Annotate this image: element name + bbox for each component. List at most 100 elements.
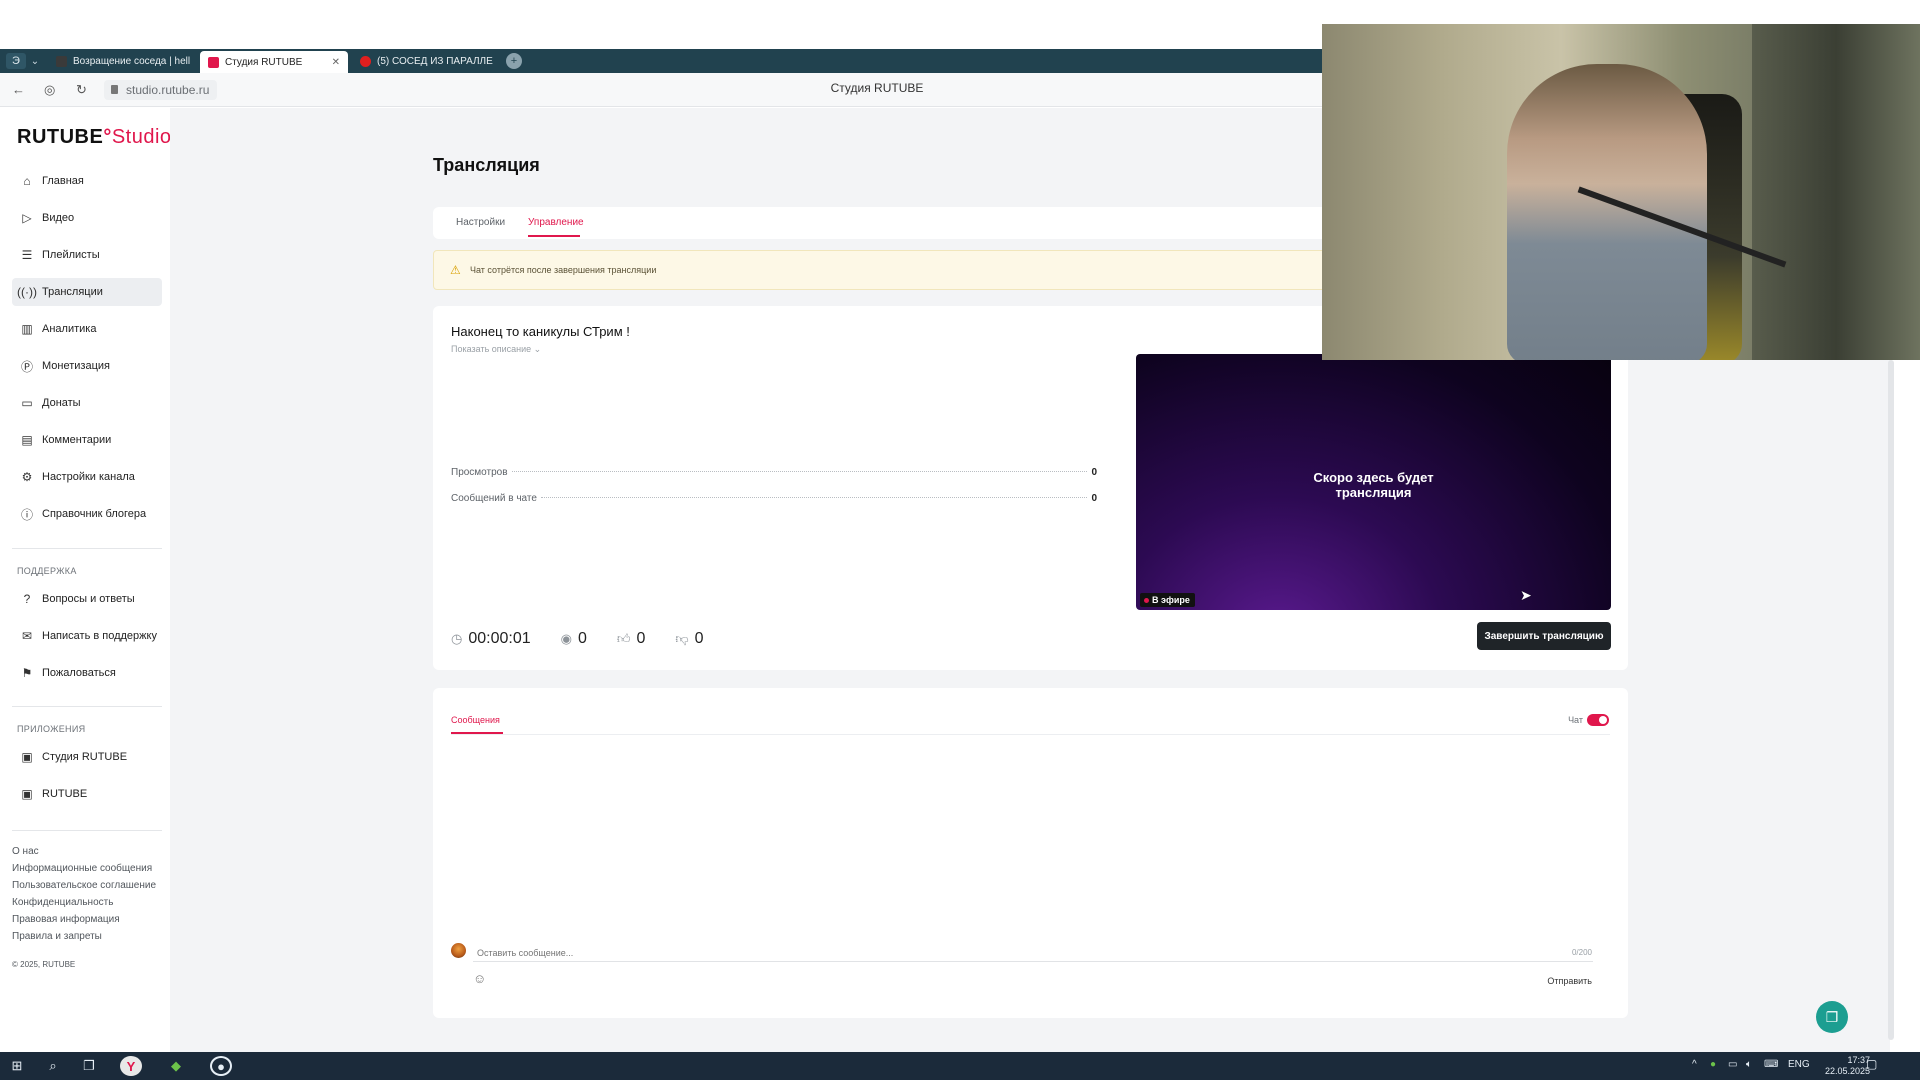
network-icon[interactable]: ▭ bbox=[1728, 1059, 1737, 1070]
dislikes-value: 0 bbox=[694, 630, 704, 647]
chat-divider bbox=[451, 734, 1610, 735]
windows-start-icon[interactable]: ⊞ bbox=[6, 1056, 28, 1076]
tab-favicon-icon bbox=[208, 56, 219, 68]
warning-icon: ⚠ bbox=[450, 263, 461, 277]
metric-likes: 👍︎ 0 bbox=[617, 630, 646, 648]
page-scrollbar[interactable] bbox=[1888, 360, 1894, 1040]
sidebar-item-write-support[interactable]: ✉ Написать в поддержку bbox=[12, 622, 162, 650]
notifications-icon[interactable]: ▢ bbox=[1866, 1057, 1877, 1071]
sidebar-item-label: Главная bbox=[42, 175, 84, 187]
playlist-icon: ☰ bbox=[21, 248, 33, 262]
search-icon[interactable]: ⌕ bbox=[42, 1056, 64, 1076]
language-indicator[interactable]: ENG bbox=[1788, 1059, 1810, 1070]
sidebar-item-comments[interactable]: ▤ Комментарии bbox=[12, 426, 162, 454]
tab-favicon-icon bbox=[360, 55, 371, 67]
system-clock[interactable]: 17:37 22.05.2025 bbox=[1825, 1055, 1870, 1077]
sidebar-item-home[interactable]: ⌂ Главная bbox=[12, 167, 162, 195]
stat-views: Просмотров 0 bbox=[451, 467, 1097, 481]
sidebar-item-label: Донаты bbox=[42, 397, 81, 409]
sidebar-item-report[interactable]: ⚑ Пожаловаться bbox=[12, 659, 162, 687]
keyboard-icon[interactable]: ⌨ bbox=[1764, 1059, 1778, 1070]
sidebar-item-blogger-guide[interactable]: ⓘ Справочник блогера bbox=[12, 500, 162, 528]
player-message-line2: трансляция bbox=[1335, 485, 1412, 500]
volume-icon[interactable]: 🔈︎ bbox=[1746, 1059, 1752, 1070]
new-tab-button[interactable]: + bbox=[506, 53, 522, 69]
end-stream-button[interactable]: Завершить трансляцию bbox=[1477, 622, 1611, 650]
browser-tab[interactable]: Возращение соседа | hell bbox=[48, 51, 196, 71]
tray-chevron-icon[interactable]: ^ bbox=[1692, 1059, 1697, 1070]
footer-link-legal[interactable]: Правовая информация bbox=[12, 914, 120, 925]
support-chat-button[interactable]: ❐ bbox=[1816, 1001, 1848, 1033]
chat-message-input[interactable] bbox=[473, 944, 1593, 962]
stat-chat-messages: Сообщений в чате 0 bbox=[451, 493, 1097, 507]
tab-favicon-icon bbox=[56, 55, 67, 67]
footer-link-rules[interactable]: Правила и запреты bbox=[12, 931, 102, 942]
browser-tab-active[interactable]: Студия RUTUBE ✕ bbox=[200, 51, 348, 73]
send-button[interactable]: Отправить bbox=[1547, 976, 1592, 986]
task-view-icon[interactable]: ❐ bbox=[78, 1056, 100, 1076]
webcam-person bbox=[1507, 64, 1707, 360]
footer-link-privacy[interactable]: Конфиденциальность bbox=[12, 897, 113, 908]
rutube-studio-logo[interactable]: RUTUBE°Studio bbox=[17, 126, 172, 149]
likes-value: 0 bbox=[636, 630, 646, 647]
sidebar-item-donates[interactable]: ▭ Донаты bbox=[12, 389, 162, 417]
monetization-icon: Ⓟ bbox=[20, 359, 33, 374]
tab-close-icon[interactable]: ✕ bbox=[332, 57, 340, 68]
show-description-link[interactable]: Показать описание ⌄ bbox=[451, 344, 541, 355]
sidebar-item-label: RUTUBE bbox=[42, 788, 88, 800]
windows-taskbar: ⊞ ⌕ ❐ Y ◆ ● ^ ● ▭ 🔈︎ ⌨ ENG 17:37 22.05.2… bbox=[0, 1052, 1920, 1080]
metric-viewers: ◉ 0 bbox=[561, 630, 587, 648]
stream-metrics: ◷ 00:00:01 ◉ 0 👍︎ 0 👎︎ 0 bbox=[451, 630, 725, 648]
rutube-app-icon: ▣ bbox=[21, 787, 33, 801]
chat-char-counter: 0/200 bbox=[1571, 948, 1592, 957]
obs-icon[interactable]: ● bbox=[210, 1056, 232, 1076]
sidebar-item-rutube-app[interactable]: ▣ RUTUBE bbox=[12, 780, 162, 808]
tray-app-icon[interactable]: ● bbox=[1710, 1059, 1716, 1070]
tab-label: Студия RUTUBE bbox=[225, 56, 303, 68]
metric-dislikes: 👎︎ 0 bbox=[675, 630, 703, 648]
emoji-icon[interactable]: ☺ bbox=[473, 971, 486, 986]
tab-messages[interactable]: Сообщения bbox=[451, 715, 500, 725]
tab-label: (5) СОСЕД ИЗ ПАРАЛЛЕ bbox=[377, 55, 493, 67]
thumbs-down-icon: 👎︎ bbox=[675, 631, 689, 646]
sidebar-item-label: Настройки канала bbox=[42, 471, 135, 483]
game-app-icon[interactable]: ◆ bbox=[165, 1056, 187, 1076]
footer-link-agreement[interactable]: Пользовательское соглашение bbox=[12, 880, 156, 891]
sidebar-item-playlists[interactable]: ☰ Плейлисты bbox=[12, 241, 162, 269]
logo-rutube: RUTUBE bbox=[17, 126, 104, 148]
tab-settings[interactable]: Настройки bbox=[456, 217, 505, 228]
sidebar-item-label: Комментарии bbox=[42, 434, 112, 446]
stream-title: Наконец то каникулы СТрим ! bbox=[451, 324, 630, 339]
sidebar-item-faq[interactable]: ? Вопросы и ответы bbox=[12, 585, 162, 613]
live-badge: В эфире bbox=[1140, 593, 1195, 607]
clock-icon: ◷ bbox=[451, 631, 463, 646]
yandex-browser-icon[interactable]: Y bbox=[120, 1056, 142, 1076]
sidebar-item-analytics[interactable]: ▥ Аналитика bbox=[12, 315, 162, 343]
stat-value: 0 bbox=[1091, 493, 1097, 504]
footer-link-info[interactable]: Информационные сообщения bbox=[12, 863, 152, 874]
logo-studio: Studio bbox=[111, 126, 172, 148]
footer-link-about[interactable]: О нас bbox=[12, 846, 39, 857]
player-message: Скоро здесь будет трансляция bbox=[1136, 470, 1611, 500]
viewers-icon: ◉ bbox=[560, 631, 572, 646]
browser-tab[interactable]: (5) СОСЕД ИЗ ПАРАЛЛЕ bbox=[352, 51, 500, 71]
donate-icon: ▭ bbox=[21, 396, 33, 410]
analytics-icon: ▥ bbox=[21, 322, 33, 336]
sidebar-item-label: Монетизация bbox=[42, 360, 110, 372]
avatar bbox=[451, 943, 466, 958]
tabs-dropdown-icon[interactable]: ⌄ bbox=[26, 53, 44, 69]
sidebar-item-label: Студия RUTUBE bbox=[42, 751, 128, 763]
sidebar-divider bbox=[12, 830, 162, 831]
browser-menu-button[interactable]: Э bbox=[6, 53, 26, 69]
stream-preview-player[interactable]: Скоро здесь будет трансляция В эфире bbox=[1136, 354, 1611, 610]
chat-toggle[interactable] bbox=[1587, 714, 1609, 726]
sidebar-item-broadcasts[interactable]: ((·)) Трансляции bbox=[12, 278, 162, 306]
sidebar-item-studio-app[interactable]: ▣ Студия RUTUBE bbox=[12, 743, 162, 771]
tab-label: Возращение соседа | hell bbox=[73, 55, 191, 67]
settings-icon: ⚙ bbox=[21, 470, 33, 484]
sidebar-item-channel-settings[interactable]: ⚙ Настройки канала bbox=[12, 463, 162, 491]
tab-control[interactable]: Управление bbox=[528, 217, 584, 228]
sidebar-item-monetization[interactable]: Ⓟ Монетизация bbox=[12, 352, 162, 380]
sidebar-item-video[interactable]: ▷ Видео bbox=[12, 204, 162, 232]
player-message-line1: Скоро здесь будет bbox=[1313, 470, 1434, 485]
